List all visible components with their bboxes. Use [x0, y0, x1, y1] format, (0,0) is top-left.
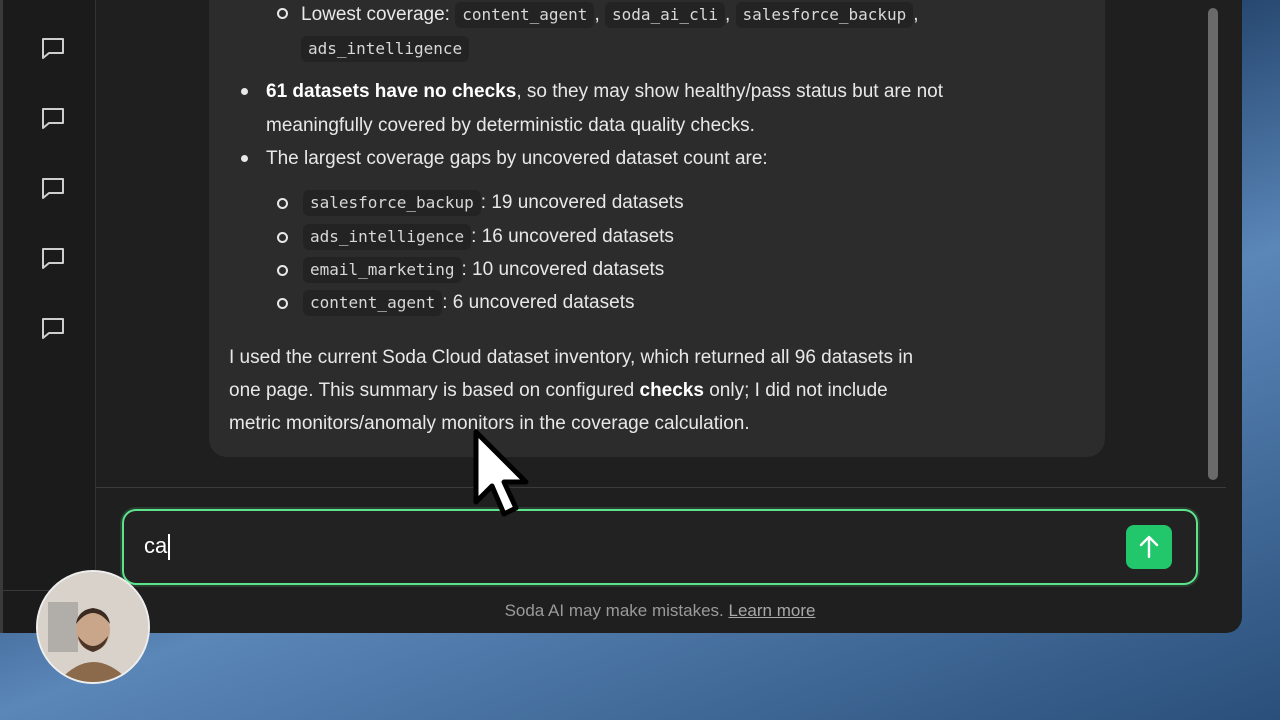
dataset-code: ads_intelligence	[301, 36, 470, 62]
disclaimer-text: Soda AI may make mistakes.	[504, 601, 724, 620]
app-window: Lowest coverage: content_agent, soda_ai_…	[0, 0, 1242, 633]
dataset-code: salesforce_backup	[303, 190, 481, 216]
arrow-up-icon	[1139, 535, 1159, 559]
scrollbar[interactable]	[1208, 8, 1218, 480]
disclaimer: Soda AI may make mistakes. Learn more	[0, 601, 1242, 621]
summary-text: one page. This summary is based on confi…	[229, 380, 640, 401]
message-input-box[interactable]: ca	[122, 509, 1198, 585]
summary-line: I used the current Soda Cloud dataset in…	[229, 347, 914, 368]
dataset-code: email_marketing	[303, 257, 462, 283]
learn-more-link[interactable]: Learn more	[729, 601, 816, 620]
bullet-text-line2: meaningfully covered by deterministic da…	[266, 115, 755, 136]
bullet-text: The largest coverage gaps by uncovered d…	[266, 148, 768, 169]
bullet-text-rest: , so they may show healthy/pass status b…	[516, 81, 943, 102]
composer-divider	[96, 487, 1226, 488]
message-input[interactable]: ca	[144, 533, 171, 561]
gap-item: email_marketing: 10 uncovered datasets	[303, 257, 664, 283]
dataset-code: soda_ai_cli	[605, 2, 725, 28]
dataset-code: content_agent	[303, 290, 443, 316]
sub-bullet	[277, 8, 288, 19]
gap-count: : 16 uncovered datasets	[471, 226, 674, 247]
gap-count: : 10 uncovered datasets	[461, 259, 665, 280]
chat-icon[interactable]	[39, 244, 67, 272]
bullet-bold-text: 61 datasets have no checks	[266, 81, 517, 102]
webcam-overlay	[36, 570, 150, 684]
lowest-coverage-line: Lowest coverage: content_agent, soda_ai_…	[301, 2, 919, 28]
summary-text: only; I did not include	[703, 380, 888, 401]
bullet-text: 61 datasets have no checks, so they may …	[266, 80, 943, 104]
chat-icon[interactable]	[39, 104, 67, 132]
assistant-message: Lowest coverage: content_agent, soda_ai_…	[209, 0, 1105, 457]
mouse-cursor	[473, 429, 529, 517]
gap-item: ads_intelligence: 16 uncovered datasets	[303, 224, 674, 250]
dataset-code: salesforce_backup	[735, 2, 914, 28]
bullet	[241, 88, 248, 95]
sub-bullet	[277, 298, 288, 309]
sub-bullet	[277, 198, 288, 209]
sub-bullet	[277, 265, 288, 276]
sidebar	[3, 0, 96, 633]
presenter-avatar	[38, 572, 148, 682]
gap-item: content_agent: 6 uncovered datasets	[303, 290, 634, 316]
chat-thread: Lowest coverage: content_agent, soda_ai_…	[96, 0, 1226, 487]
send-button[interactable]	[1126, 525, 1172, 569]
dataset-code: content_agent	[455, 2, 595, 28]
sub-bullet	[277, 232, 288, 243]
bullet	[241, 155, 248, 162]
summary-bold-text: checks	[639, 380, 704, 401]
lowest-coverage-label: Lowest coverage:	[301, 4, 450, 25]
input-value: ca	[144, 533, 168, 558]
lowest-coverage-line-2: ads_intelligence	[301, 36, 470, 62]
text-caret	[168, 534, 171, 561]
chat-icon[interactable]	[39, 174, 67, 202]
dataset-code: ads_intelligence	[303, 224, 472, 250]
gap-count: : 6 uncovered datasets	[442, 292, 635, 313]
gap-item: salesforce_backup: 19 uncovered datasets	[303, 190, 684, 216]
chat-icon[interactable]	[39, 34, 67, 62]
summary-line: one page. This summary is based on confi…	[229, 379, 888, 403]
gap-count: : 19 uncovered datasets	[480, 192, 684, 213]
chat-icon[interactable]	[39, 314, 67, 342]
